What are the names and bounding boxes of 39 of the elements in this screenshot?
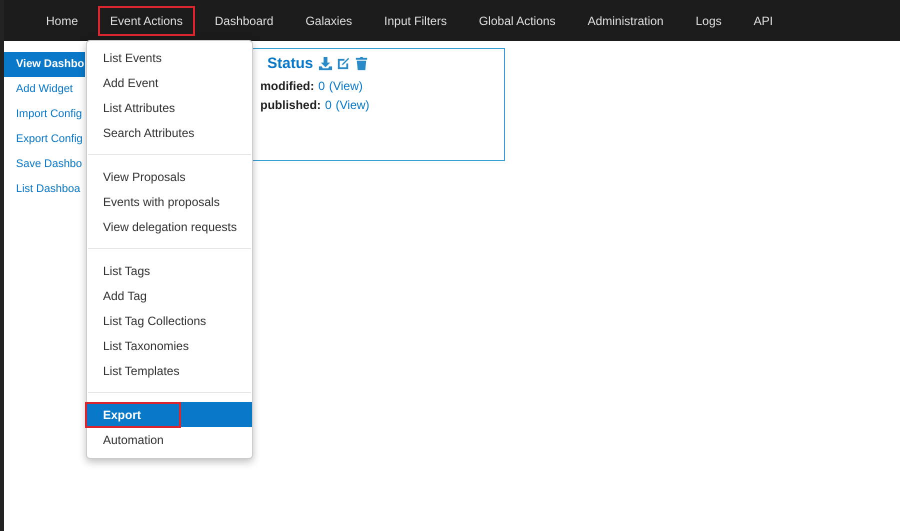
sidebar-item[interactable]: Import Config	[4, 102, 86, 127]
menu-item[interactable]: List Events	[85, 44, 180, 70]
nav-link[interactable]: API	[742, 6, 785, 36]
view-link[interactable]: (View)	[336, 98, 370, 112]
field-label: published:	[260, 98, 321, 112]
menu-item[interactable]: List Tag Collections	[85, 308, 224, 334]
nav-link[interactable]: Home	[34, 6, 90, 36]
menu-item[interactable]: List Tags	[85, 258, 168, 284]
menu-item[interactable]: Export	[85, 402, 182, 428]
menu-item[interactable]: List Taxonomies	[85, 332, 207, 358]
field-label: modified:	[260, 79, 314, 93]
nav-link[interactable]: Global Actions	[466, 6, 568, 36]
menu-item[interactable]: List Templates	[85, 358, 198, 384]
nav-link[interactable]: Administration	[576, 6, 676, 36]
count-link[interactable]: 0	[324, 98, 332, 112]
menu-item[interactable]: View delegation requests	[85, 214, 255, 240]
sidebar-item[interactable]: View Dashbo	[4, 52, 86, 77]
trash-icon[interactable]	[354, 56, 370, 71]
menu-item[interactable]: Search Attributes	[85, 120, 212, 146]
sidebar-item[interactable]: Save Dashbo	[4, 152, 86, 177]
menu-item[interactable]: List Attributes	[85, 94, 194, 120]
download-icon[interactable]	[318, 56, 334, 71]
sidebar-item[interactable]: Add Widget	[4, 77, 86, 102]
widget-title: Status	[267, 55, 314, 72]
sidebar-item[interactable]: Export Config	[4, 127, 86, 152]
menu-item[interactable]: View Proposals	[85, 164, 204, 190]
view-link[interactable]: (View)	[328, 79, 363, 93]
menu-item[interactable]: Add Event	[85, 70, 176, 96]
nav-link[interactable]: Galaxies	[293, 6, 364, 36]
menu-item[interactable]: Automation	[85, 426, 182, 452]
nav-link[interactable]: Event Actions	[98, 6, 195, 36]
count-link[interactable]: 0	[318, 79, 325, 93]
nav-link[interactable]: Dashboard	[202, 6, 286, 36]
menu-item[interactable]: Add Tag	[85, 282, 165, 308]
nav-link[interactable]: Input Filters	[372, 6, 459, 36]
menu-item[interactable]: Events with proposals	[85, 188, 238, 214]
sidebar-item[interactable]: List Dashboa	[4, 177, 86, 202]
edit-icon[interactable]	[336, 56, 352, 71]
nav-link[interactable]: Logs	[684, 6, 734, 36]
